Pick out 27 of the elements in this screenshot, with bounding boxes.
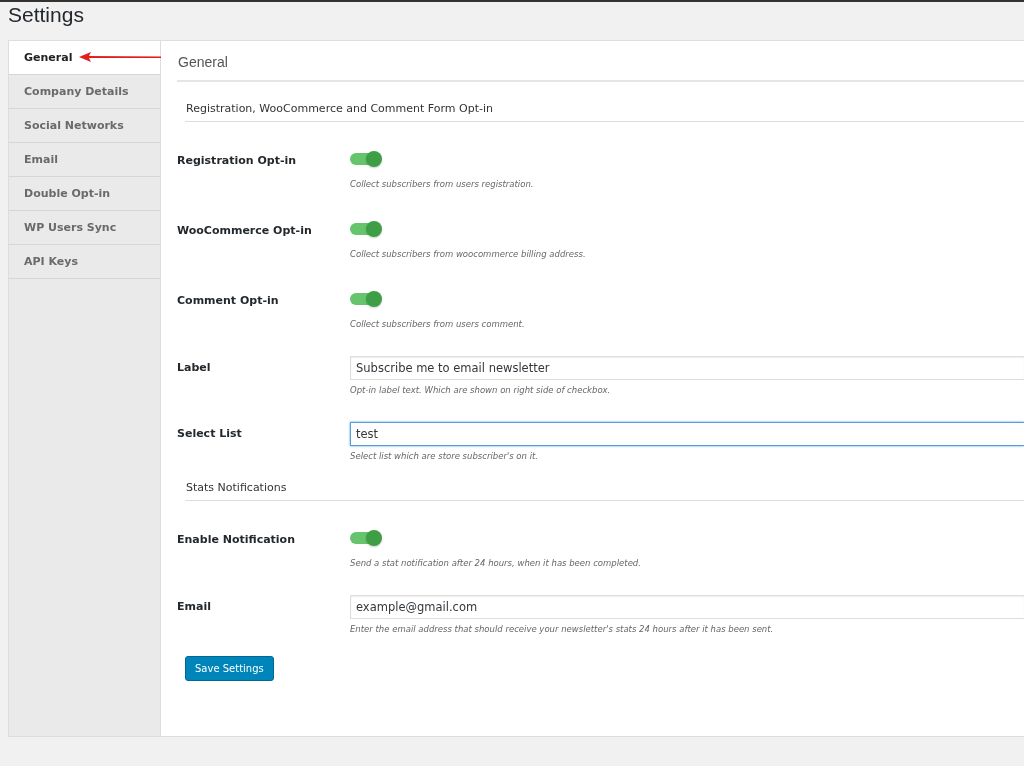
toggle-switch[interactable]	[350, 151, 382, 167]
toggle-switch[interactable]	[350, 530, 382, 546]
field-label: Comment Opt-in	[177, 293, 280, 307]
panel-title: General	[177, 41, 1024, 82]
field-description: Collect subscribers from users comment.	[350, 319, 526, 329]
toggle-switch[interactable]	[350, 291, 382, 307]
field-label: Label	[177, 360, 212, 374]
field-label: Select List	[177, 426, 243, 440]
toggle-switch[interactable]	[350, 221, 382, 237]
field-description: Opt-in label text. Which are shown on right side of checkbox.	[350, 385, 612, 395]
field-description: Collect subscribers from users registration.	[350, 179, 535, 189]
field-description: Select list which are store subscriber's on it.	[350, 451, 540, 461]
field-label: WooCommerce Opt-in	[177, 223, 313, 237]
field-label: Email	[177, 599, 212, 613]
text-field[interactable]: example@gmail.com	[350, 595, 1024, 619]
text-field[interactable]: Subscribe me to email newsletter	[350, 356, 1024, 380]
field-description: Collect subscribers from woocommerce billing address.	[350, 249, 587, 259]
field-description: Enter the email address that should receive your newsletter's stats 24 hours after it has been sent.	[350, 624, 775, 634]
field-label: Registration Opt-in	[177, 153, 298, 167]
save-settings-button[interactable]: Save Settings	[185, 656, 274, 681]
sidebar-tab[interactable]: General	[9, 41, 160, 75]
page-title: Settings	[7, 2, 85, 28]
text-field[interactable]: test	[350, 422, 1024, 446]
field-description: Send a stat notification after 24 hours, when it has been completed.	[350, 558, 642, 568]
section-heading: Registration, WooCommerce and Comment Form Opt-in	[185, 82, 1024, 122]
field-label: Enable Notification	[177, 532, 296, 546]
section-heading: Stats Notifications	[185, 461, 1024, 501]
